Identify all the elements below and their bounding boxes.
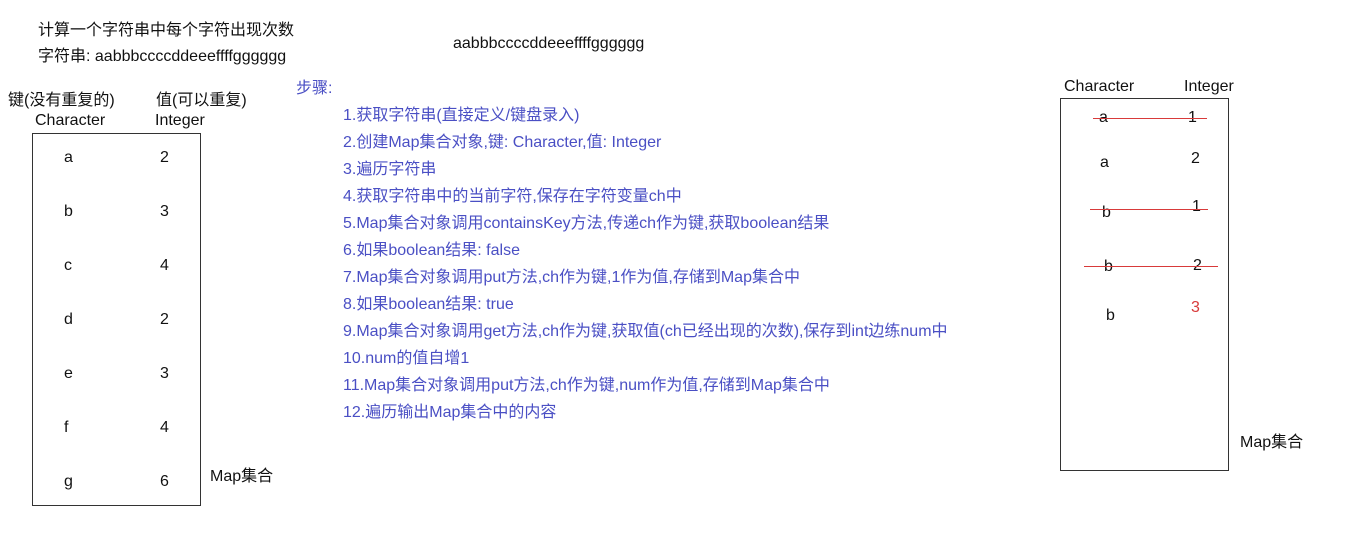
left-map-value: 4 [160,419,169,436]
step-item: 9.Map集合对象调用get方法,ch作为键,获取值(ch已经出现的次数),保存… [343,323,948,340]
step-item: 6.如果boolean结果: false [343,242,520,259]
strikethrough-line [1090,209,1208,210]
right-map-value-highlight: 3 [1191,299,1200,316]
left-map-key: a [64,149,73,166]
step-item: 8.如果boolean结果: true [343,296,514,313]
right-map-label: Map集合 [1240,434,1304,451]
step-item: 3.遍历字符串 [343,161,437,178]
left-map-key: d [64,311,73,328]
right-key-type-label: Character [1064,78,1135,95]
right-map-key: a [1100,154,1109,171]
left-map-value: 6 [160,473,169,490]
left-map-value: 4 [160,257,169,274]
center-source-string: aabbbccccddeeeffffgggggg [453,35,645,52]
strikethrough-line [1093,118,1207,119]
strikethrough-line [1084,266,1218,267]
key-header: 键(没有重复的) [8,92,115,109]
diagram-title: 计算一个字符串中每个字符出现次数 [38,22,295,39]
right-map-key: b [1102,204,1111,221]
right-map-box [1060,98,1229,471]
step-item: 10.num的值自增1 [343,350,470,367]
step-item: 12.遍历输出Map集合中的内容 [343,404,557,421]
right-map-value: 2 [1191,150,1200,167]
right-map-key: b [1106,307,1115,324]
value-header: 值(可以重复) [156,92,247,109]
left-map-value: 3 [160,365,169,382]
left-map-value: 2 [160,149,169,166]
left-map-key: b [64,203,73,220]
left-map-key: g [64,473,73,490]
step-item: 5.Map集合对象调用containsKey方法,传递ch作为键,获取boole… [343,215,830,232]
step-item: 4.获取字符串中的当前字符,保存在字符变量ch中 [343,188,682,205]
left-map-value: 3 [160,203,169,220]
step-item: 11.Map集合对象调用put方法,ch作为键,num作为值,存储到Map集合中 [343,377,830,394]
step-item: 2.创建Map集合对象,键: Character,值: Integer [343,134,662,151]
right-map-value: 1 [1192,198,1201,215]
source-string-line: 字符串: aabbbccccddeeeffffgggggg [38,48,287,65]
step-item: 1.获取字符串(直接定义/键盘录入) [343,107,580,124]
left-map-key: c [64,257,72,274]
left-map-box [32,133,201,506]
left-map-label: Map集合 [210,468,274,485]
left-map-value: 2 [160,311,169,328]
key-type-label: Character [35,112,106,129]
right-map-key: b [1104,258,1113,275]
left-map-key: e [64,365,73,382]
value-type-label: Integer [155,112,205,129]
right-value-type-label: Integer [1184,78,1234,95]
step-item: 7.Map集合对象调用put方法,ch作为键,1作为值,存储到Map集合中 [343,269,800,286]
steps-label: 步骤: [296,80,333,97]
left-map-key: f [64,419,69,436]
